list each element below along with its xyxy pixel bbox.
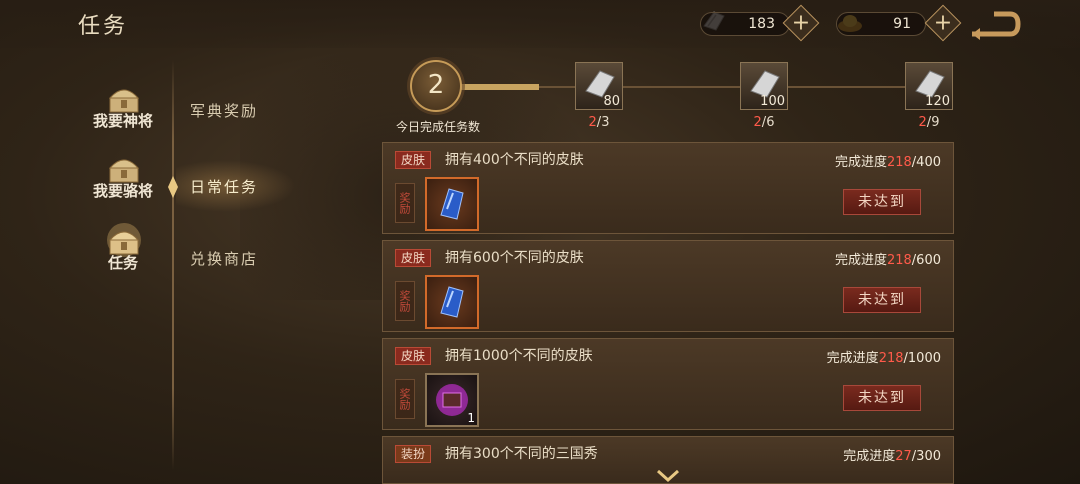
- task-tag: 皮肤: [395, 249, 432, 267]
- task-card: 皮肤 拥有600个不同的皮肤 完成进度218/600 奖励 未达到: [382, 240, 954, 332]
- milestone-progress-3: 2/9: [918, 115, 940, 130]
- reward-item[interactable]: [425, 275, 479, 329]
- task-tag: 皮肤: [395, 151, 432, 169]
- top-bar: 任务 183 + 91 +: [0, 0, 1080, 48]
- gold-counter: 91: [836, 12, 926, 36]
- task-title: 拥有400个不同的皮肤: [445, 152, 584, 168]
- silver-value: 183: [748, 16, 775, 32]
- not-reached-button[interactable]: 未达到: [843, 189, 921, 215]
- milestone-reward-1[interactable]: 80: [575, 62, 623, 110]
- reward-label: 奖励: [395, 281, 415, 321]
- page-title: 任务: [78, 14, 129, 39]
- task-progress: 完成进度218/600: [834, 253, 941, 268]
- task-title: 拥有600个不同的皮肤: [445, 250, 584, 266]
- silver-counter: 183: [700, 12, 790, 36]
- daily-count-label: 今日完成任务数: [395, 120, 480, 134]
- sub-item-exchange-shop[interactable]: 兑换商店: [190, 248, 258, 269]
- task-progress: 完成进度27/300: [843, 449, 941, 464]
- milestone-progress-1: 2/3: [588, 115, 610, 130]
- blue-gem-icon: [440, 286, 464, 318]
- task-title: 拥有300个不同的三国秀: [445, 446, 598, 462]
- task-card: 皮肤 拥有400个不同的皮肤 完成进度218/400 奖励 未达到: [382, 142, 954, 234]
- nav-divider: [172, 60, 174, 470]
- add-silver-button[interactable]: +: [782, 4, 820, 42]
- task-progress: 完成进度218/400: [834, 155, 941, 170]
- sub-item-rewards[interactable]: 军典奖励: [190, 100, 258, 121]
- milestone-reward-2[interactable]: 100: [740, 62, 788, 110]
- gold-value: 91: [893, 16, 911, 32]
- sub-item-daily-tasks[interactable]: 日常任务: [190, 176, 258, 197]
- back-arrow-icon[interactable]: [966, 8, 1022, 40]
- task-progress: 完成进度218/1000: [826, 351, 941, 366]
- task-title: 拥有1000个不同的皮肤: [445, 348, 593, 364]
- task-tag: 皮肤: [395, 347, 432, 365]
- milestone-reward-3[interactable]: 120: [905, 62, 953, 110]
- task-card: 皮肤 拥有1000个不同的皮肤 完成进度218/1000 奖励 1 未达到: [382, 338, 954, 430]
- reward-label: 奖励: [395, 379, 415, 419]
- active-marker-icon: [168, 176, 178, 198]
- add-gold-button[interactable]: +: [924, 4, 962, 42]
- blue-gem-icon: [440, 188, 464, 220]
- milestone-progress-2: 2/6: [753, 115, 775, 130]
- chevron-down-icon[interactable]: [656, 468, 680, 484]
- not-reached-button[interactable]: 未达到: [843, 287, 921, 313]
- reward-item[interactable]: 1: [425, 373, 479, 427]
- task-tag: 装扮: [395, 445, 432, 463]
- nav-item-divine-general[interactable]: 我要神将: [80, 80, 166, 140]
- reward-quantity: 1: [467, 411, 475, 425]
- not-reached-button[interactable]: 未达到: [843, 385, 921, 411]
- daily-count-badge: 2: [410, 60, 462, 112]
- reward-label: 奖励: [395, 183, 415, 223]
- reward-item[interactable]: [425, 177, 479, 231]
- nav-item-tasks[interactable]: 任务: [80, 222, 166, 282]
- nav-item-general[interactable]: 我要骆将: [80, 150, 166, 210]
